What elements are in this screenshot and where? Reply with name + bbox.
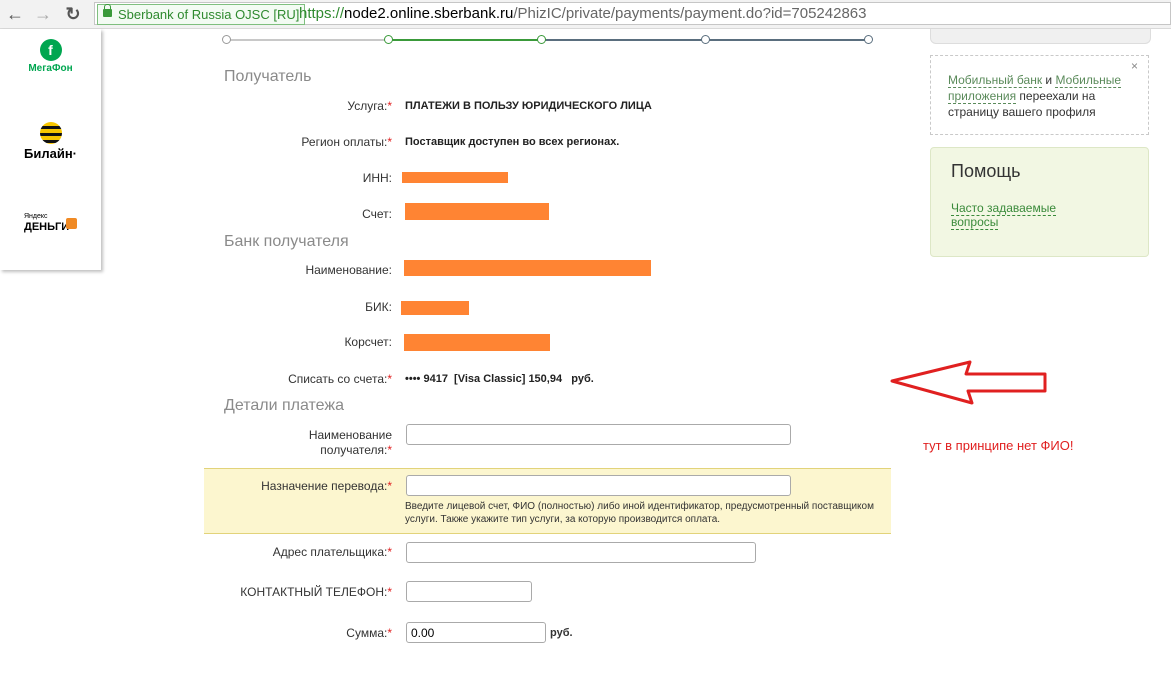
help-title: Помощь bbox=[951, 161, 1021, 181]
annotation-text: тут в принципе нет ФИО! bbox=[923, 438, 1074, 453]
required-mark: * bbox=[387, 135, 392, 149]
notice-text: Мобильный банк и Мобильные приложения пе… bbox=[948, 72, 1128, 120]
close-icon[interactable]: × bbox=[1131, 59, 1138, 73]
debit-account-label: Списать со счета:* bbox=[288, 372, 392, 386]
yandex-money-logo[interactable]: Яндекс ДЕНЬГИ bbox=[0, 212, 101, 236]
megafon-icon: f bbox=[39, 39, 62, 61]
region-label-text: Регион оплаты: bbox=[301, 135, 388, 149]
inn-redacted bbox=[402, 172, 508, 183]
payer-address-label: Адрес плательщика:* bbox=[273, 545, 392, 559]
beeline-label: Билайн· bbox=[24, 146, 77, 161]
yandex-big-label: ДЕНЬГИ bbox=[24, 221, 70, 233]
service-label-text: Услуга: bbox=[347, 99, 388, 113]
step-dot-4 bbox=[701, 35, 710, 44]
required-mark: * bbox=[387, 545, 392, 559]
required-mark: * bbox=[387, 443, 392, 457]
purpose-label: Назначение перевода:* bbox=[261, 479, 392, 493]
recipient-name-input[interactable] bbox=[406, 424, 791, 445]
annotation-arrow-icon bbox=[890, 360, 1047, 405]
required-mark: * bbox=[387, 99, 392, 113]
partner-logos-panel: f МегаФон Билайн· Яндекс ДЕНЬГИ bbox=[0, 29, 101, 270]
account-redacted bbox=[405, 203, 549, 220]
service-value: ПЛАТЕЖИ В ПОЛЬЗУ ЮРИДИЧЕСКОГО ЛИЦА bbox=[405, 100, 652, 112]
bank-section-title: Банк получателя bbox=[224, 233, 349, 250]
debit-account-value: •••• 9417 [Visa Classic] 150,94 руб. bbox=[405, 373, 594, 385]
step-dot-3 bbox=[537, 35, 546, 44]
corr-account-label: Корсчет: bbox=[344, 335, 392, 349]
inn-label: ИНН: bbox=[362, 171, 392, 185]
bank-name-redacted bbox=[404, 260, 651, 276]
notice-and: и bbox=[1042, 73, 1056, 87]
bik-label: БИК: bbox=[365, 300, 392, 314]
beeline-icon bbox=[39, 122, 62, 144]
megafon-logo[interactable]: f МегаФон bbox=[0, 39, 101, 74]
url-path: /PhizIC/private/payments/payment.do?id=7… bbox=[513, 5, 867, 22]
account-label: Счет: bbox=[362, 207, 392, 221]
recipient-name-label-line1: Наименование bbox=[308, 428, 392, 442]
payer-address-label-text: Адрес плательщика: bbox=[272, 545, 388, 559]
recipient-name-label-line2: получателя:* bbox=[309, 443, 392, 458]
sum-label: Сумма:* bbox=[346, 626, 392, 640]
url-scheme: https:// bbox=[299, 5, 345, 22]
required-mark: * bbox=[387, 626, 392, 640]
mobile-bank-notice: × Мобильный банк и Мобильные приложения … bbox=[930, 55, 1149, 135]
sum-input[interactable] bbox=[406, 622, 546, 643]
recipient-name-label: Наименование получателя:* bbox=[309, 428, 392, 458]
beeline-logo[interactable]: Билайн· bbox=[0, 122, 101, 161]
phone-label: КОНТАКТНЫЙ ТЕЛЕФОН:* bbox=[240, 585, 392, 599]
bik-redacted bbox=[401, 301, 469, 315]
required-mark: * bbox=[387, 372, 392, 386]
required-mark: * bbox=[387, 585, 392, 599]
back-icon[interactable]: ← bbox=[4, 3, 26, 25]
yandex-money-icon bbox=[66, 218, 77, 229]
corr-account-redacted bbox=[404, 334, 550, 351]
recipient-name-label-text: получателя: bbox=[320, 443, 388, 457]
recipient-section-title: Получатель bbox=[224, 68, 312, 85]
step-line-2 bbox=[388, 39, 542, 41]
step-line-1 bbox=[228, 39, 388, 41]
phone-label-text: КОНТАКТНЫЙ ТЕЛЕФОН: bbox=[240, 585, 388, 599]
payer-address-input[interactable] bbox=[406, 542, 756, 563]
step-dot-1 bbox=[222, 35, 231, 44]
step-dot-5 bbox=[864, 35, 873, 44]
phone-input[interactable] bbox=[406, 581, 532, 602]
browser-toolbar: ← → ↻ Sberbank of Russia OJSC [RU] https… bbox=[0, 0, 1171, 29]
help-panel: Помощь Часто задаваемые вопросы bbox=[930, 147, 1149, 257]
service-label: Услуга:* bbox=[347, 99, 392, 113]
purpose-input[interactable] bbox=[406, 475, 791, 496]
mobile-bank-link[interactable]: Мобильный банк bbox=[948, 73, 1043, 88]
address-bar[interactable]: Sberbank of Russia OJSC [RU] https://nod… bbox=[94, 2, 1171, 25]
yandex-money-label: Яндекс ДЕНЬГИ bbox=[24, 212, 70, 233]
step-dot-2 bbox=[384, 35, 393, 44]
region-label: Регион оплаты:* bbox=[301, 135, 392, 149]
megafon-label: МегаФон bbox=[28, 63, 73, 74]
url-host: node2.online.sberbank.ru bbox=[344, 5, 514, 22]
faq-link-text: Часто задаваемые вопросы bbox=[951, 201, 1057, 230]
required-mark: * bbox=[387, 479, 392, 493]
region-value: Поставщик доступен во всех регионах. bbox=[405, 136, 620, 148]
security-badge[interactable]: Sberbank of Russia OJSC [RU] bbox=[97, 4, 306, 25]
details-section-title: Детали платежа bbox=[224, 397, 344, 414]
sidebar-top-box bbox=[930, 29, 1151, 44]
security-label: Sberbank of Russia OJSC [RU] bbox=[118, 7, 300, 22]
sum-unit: руб. bbox=[550, 627, 573, 639]
reload-icon[interactable]: ↻ bbox=[62, 3, 84, 25]
forward-icon[interactable]: → bbox=[32, 3, 54, 25]
faq-link[interactable]: Часто задаваемые вопросы bbox=[951, 201, 1071, 230]
debit-label-text: Списать со счета: bbox=[288, 372, 388, 386]
sum-label-text: Сумма: bbox=[346, 626, 388, 640]
url-text[interactable]: https://node2.online.sberbank.ru/PhizIC/… bbox=[299, 5, 866, 22]
lock-icon bbox=[103, 4, 112, 17]
purpose-label-text: Назначение перевода: bbox=[261, 479, 388, 493]
bank-name-label: Наименование: bbox=[305, 263, 392, 277]
purpose-hint: Введите лицевой счет, ФИО (полностью) ли… bbox=[405, 501, 874, 525]
